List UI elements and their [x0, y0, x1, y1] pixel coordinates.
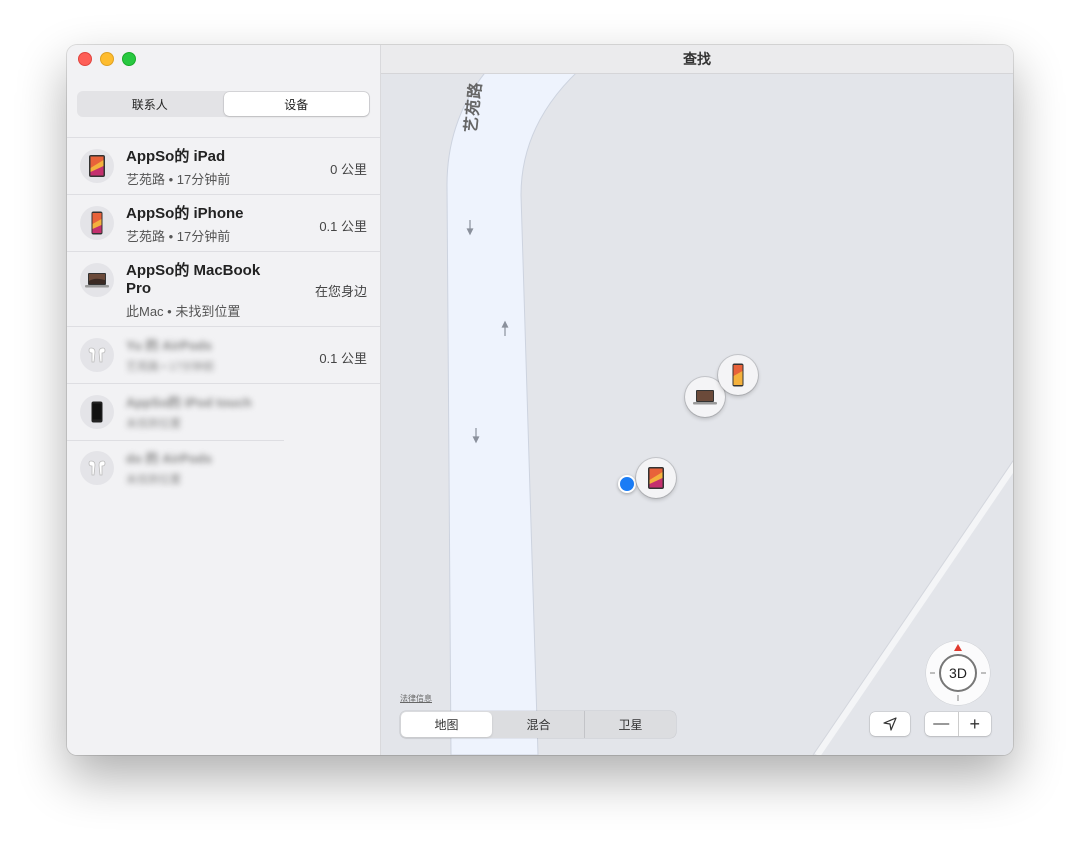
sidebar: 联系人 设备 AppSo的 iPad 艺苑路 • 17分钟前 0 公里 AppS…: [67, 45, 381, 755]
fullscreen-button[interactable]: [122, 52, 136, 66]
macbook-icon: [693, 390, 717, 405]
3d-toggle[interactable]: 3D: [939, 654, 977, 692]
zoom-out-button[interactable]: —: [925, 712, 959, 736]
device-row-iphone[interactable]: AppSo的 iPhone 艺苑路 • 17分钟前 0.1 公里: [67, 195, 380, 252]
ipod-icon: [80, 395, 114, 429]
device-distance: 在您身边: [314, 284, 367, 299]
zoom-in-button[interactable]: +: [959, 712, 992, 736]
minimize-button[interactable]: [100, 52, 114, 66]
iphone-icon: [80, 206, 114, 240]
device-row-macbook[interactable]: AppSo的 MacBook Pro 此Mac • 未找到位置 在您身边: [67, 252, 380, 327]
road-shape: [446, 62, 589, 755]
ipad-icon: [80, 149, 114, 183]
device-name: AppSo的 iPhone: [126, 205, 244, 222]
device-row-airpods-2[interactable]: do 的 AirPods 未找到位置: [67, 440, 380, 496]
device-name: AppSo的 iPad: [126, 148, 226, 165]
window-title: 查找: [381, 45, 1013, 74]
device-subtitle: 未找到位置: [126, 474, 181, 486]
close-button[interactable]: [78, 52, 92, 66]
device-distance: 0.1 公里: [319, 351, 367, 366]
zoom-controls: — +: [925, 712, 991, 736]
find-my-window: 联系人 设备 AppSo的 iPad 艺苑路 • 17分钟前 0 公里 AppS…: [67, 45, 1013, 755]
window-controls: [78, 52, 136, 66]
macbook-icon: [80, 263, 114, 297]
device-subtitle: 艺苑路 • 17分钟前: [126, 361, 215, 373]
device-name: AppSo的 MacBook: [126, 262, 261, 279]
device-row-ipod[interactable]: AppSo的 iPod touch 未找到位置: [67, 384, 380, 441]
device-distance: 0 公里: [330, 162, 367, 177]
device-subtitle: 艺苑路 • 17分钟前: [126, 229, 231, 244]
map-type-hybrid[interactable]: 混合: [493, 711, 584, 738]
sidebar-tabs: 联系人 设备: [77, 91, 370, 117]
iphone-map-pin[interactable]: [718, 355, 758, 395]
map-type-satellite[interactable]: 卫星: [584, 711, 676, 738]
device-name: Yu 的 AirPods: [126, 338, 212, 353]
ipad-map-pin[interactable]: [636, 458, 676, 498]
location-button[interactable]: [870, 712, 910, 736]
tab-contacts[interactable]: 联系人: [77, 91, 223, 117]
device-subtitle: 未找到位置: [126, 418, 181, 430]
compass[interactable]: 3D: [926, 641, 990, 705]
ipad-icon: [648, 467, 664, 489]
map-view[interactable]: 查找 艺苑路 法律信息 地图 混合 卫星 3D — +: [381, 45, 1013, 755]
legal-info-link[interactable]: 法律信息: [400, 693, 432, 704]
iphone-icon: [732, 363, 744, 387]
device-row-airpods[interactable]: Yu 的 AirPods 艺苑路 • 17分钟前 0.1 公里: [67, 327, 380, 384]
device-name: do 的 AirPods: [126, 451, 212, 466]
device-subtitle: 艺苑路 • 17分钟前: [126, 172, 231, 187]
airpods-icon: [80, 338, 114, 372]
tab-devices[interactable]: 设备: [223, 92, 369, 116]
device-row-ipad[interactable]: AppSo的 iPad 艺苑路 • 17分钟前 0 公里: [67, 138, 380, 195]
device-name-line2: Pro: [126, 280, 152, 297]
map-type-selector: 地图 混合 卫星: [400, 711, 676, 738]
device-list: AppSo的 iPad 艺苑路 • 17分钟前 0 公里 AppSo的 iPho…: [67, 137, 380, 496]
location-arrow-icon: [883, 717, 897, 731]
map-type-standard[interactable]: 地图: [401, 712, 492, 737]
device-subtitle: 此Mac • 未找到位置: [126, 304, 241, 319]
current-location-dot: [618, 475, 636, 493]
airpods-icon: [80, 451, 114, 485]
device-name: AppSo的 iPod touch: [126, 395, 252, 410]
device-distance: 0.1 公里: [319, 219, 367, 234]
